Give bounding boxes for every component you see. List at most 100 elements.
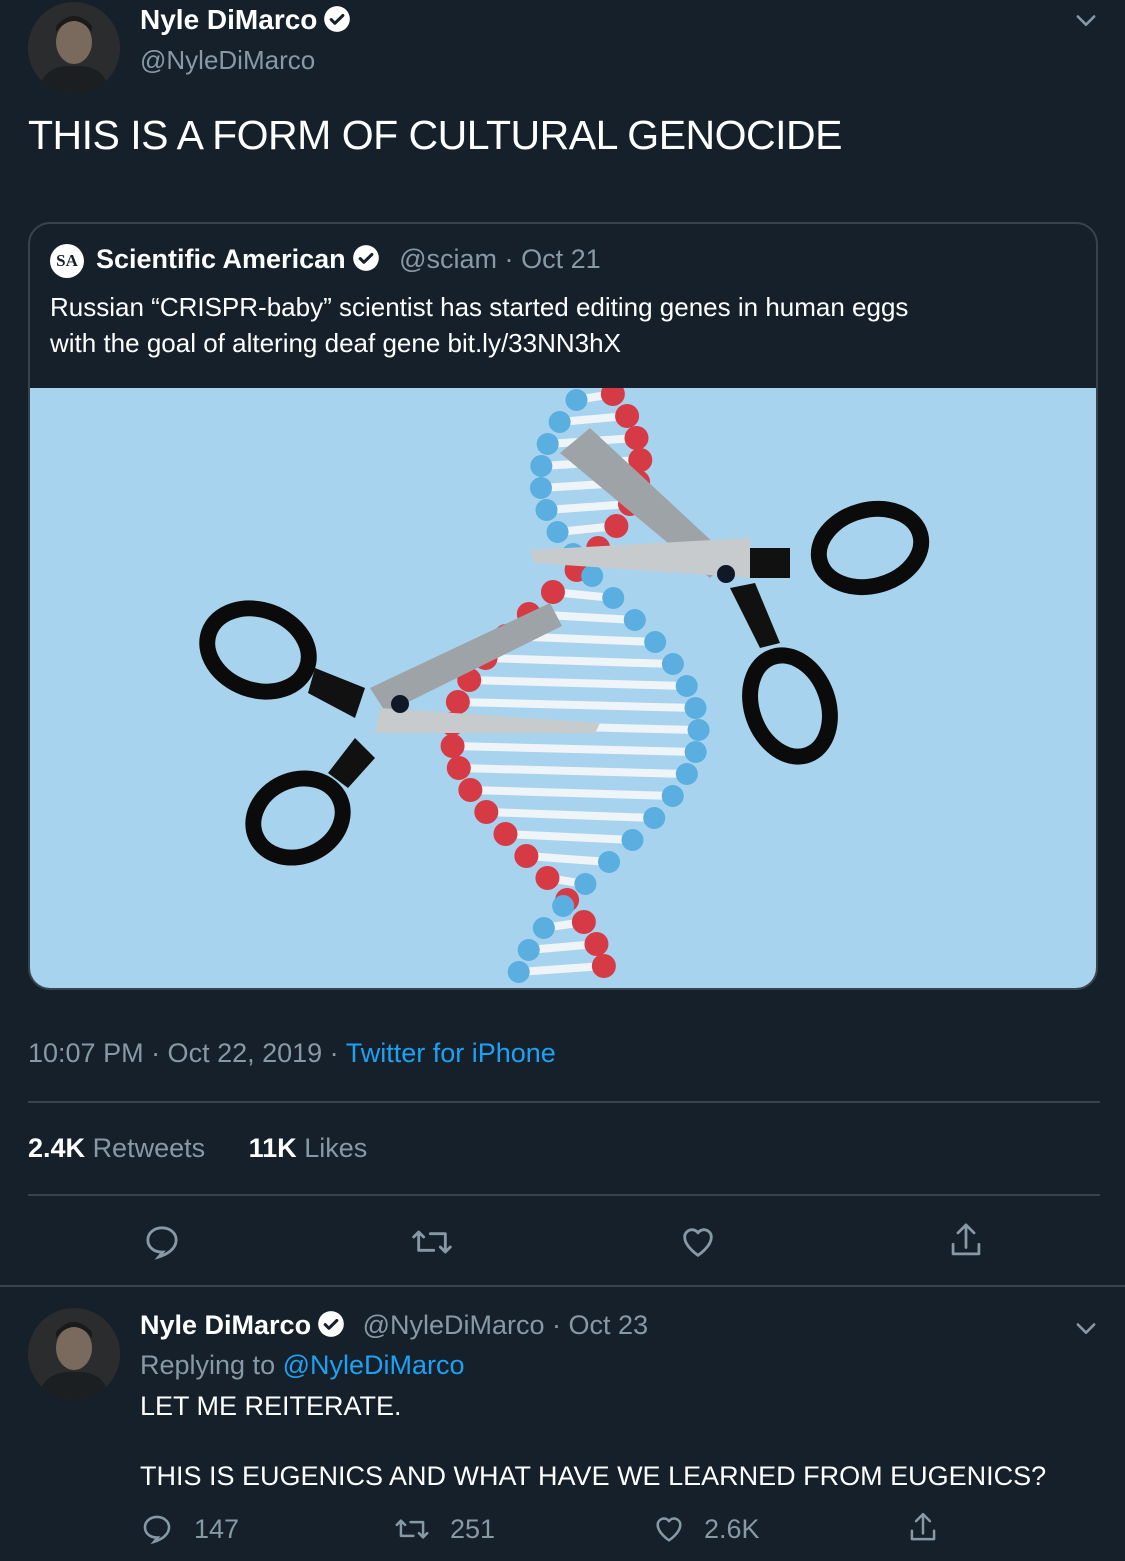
likes-stat[interactable]: 11K Likes	[249, 1133, 368, 1163]
reply-text-line-2: THIS IS EUGENICS AND WHAT HAVE WE LEARNE…	[140, 1461, 1047, 1491]
dna-node-red	[445, 690, 470, 714]
dna-rung	[526, 852, 610, 866]
dna-node-blue	[623, 609, 646, 631]
reply-icon	[143, 1515, 171, 1545]
quoted-separator: ·	[504, 244, 514, 274]
avatar-portrait	[28, 2, 120, 94]
dna-helix	[440, 382, 710, 983]
dna-node-red	[514, 844, 539, 868]
dna-rung	[458, 764, 687, 778]
quoted-author-handle: @sciam	[399, 244, 498, 274]
reply-author-handle[interactable]: @NyleDiMarco	[363, 1310, 545, 1340]
verified-badge-icon	[324, 6, 351, 32]
reply-text-line-1: LET ME REITERATE.	[140, 1391, 402, 1421]
reply-header: Nyle DiMarco @NyleDiMarco · Oct 23	[140, 1310, 648, 1341]
dna-node-blue	[565, 389, 588, 411]
retweet-icon[interactable]	[410, 1222, 454, 1262]
author-avatar[interactable]	[28, 2, 120, 94]
dna-rung	[486, 808, 655, 822]
dna-node-blue	[661, 785, 684, 807]
verified-badge-icon	[352, 245, 379, 271]
dna-node-red	[535, 866, 560, 890]
tweet-text: THIS IS A FORM OF CULTURAL GENOCIDE	[28, 112, 843, 158]
reply-author-avatar[interactable]	[28, 1308, 120, 1400]
tweet-timestamp[interactable]: 10:07 PM · Oct 22, 2019 ·	[28, 1038, 339, 1068]
dna-rung	[485, 654, 674, 668]
dna-node-blue	[643, 807, 666, 829]
dna-node-blue	[675, 675, 698, 697]
reply-separator: ·	[552, 1310, 562, 1340]
tweet-client-link[interactable]: Twitter for iPhone	[346, 1038, 556, 1068]
dna-node-red	[600, 382, 625, 406]
quoted-author-name[interactable]: Scientific American	[96, 244, 346, 274]
dna-node-blue	[598, 851, 621, 873]
dna-node-red	[440, 734, 465, 758]
chevron-down-icon[interactable]	[1072, 1314, 1100, 1342]
retweets-stat[interactable]: 2.4K Retweets	[28, 1133, 205, 1163]
dna-rung	[457, 698, 696, 712]
divider	[28, 1194, 1100, 1196]
dna-rung	[546, 500, 631, 514]
dna-node-red	[446, 756, 471, 780]
quoted-tweet-card[interactable]: SA Scientific American @sciam · Oct 21 R…	[28, 222, 1098, 990]
dna-node-blue	[530, 455, 553, 477]
dna-node-red	[474, 800, 499, 824]
dna-node-blue	[684, 741, 707, 763]
dna-node-red	[493, 822, 518, 846]
dna-rung	[452, 742, 696, 756]
dna-node-red	[458, 778, 483, 802]
dna-node-blue	[687, 719, 710, 741]
dna-node-red	[540, 580, 565, 604]
share-icon[interactable]	[906, 1510, 940, 1546]
like-icon	[656, 1517, 682, 1542]
dna-node-blue	[507, 961, 530, 983]
dna-node-blue	[574, 873, 597, 895]
dna-node-red	[584, 932, 609, 956]
dna-node-blue	[536, 433, 559, 455]
dna-node-red	[591, 954, 616, 978]
sciam-logo: SA	[50, 244, 84, 278]
divider	[28, 1101, 1100, 1103]
dna-node-blue	[517, 939, 540, 961]
dna-node-blue	[546, 521, 569, 543]
avatar-portrait	[28, 1308, 120, 1400]
dna-node-blue	[602, 587, 625, 609]
reply-date[interactable]: Oct 23	[569, 1310, 649, 1340]
dna-rung	[518, 962, 605, 976]
reply-icon[interactable]	[142, 1222, 182, 1262]
dna-node-blue	[661, 653, 684, 675]
dna-node-red	[571, 910, 596, 934]
reply-author-name[interactable]: Nyle DiMarco	[140, 1310, 311, 1340]
share-icon[interactable]	[946, 1220, 986, 1262]
reply-like-action[interactable]: 2.6K	[652, 1512, 760, 1546]
reply-retweet-action[interactable]: 251	[394, 1512, 495, 1546]
dna-node-blue	[621, 829, 644, 851]
dna-node-red	[604, 514, 629, 538]
quoted-text-line-2: with the goal of altering deaf gene bit.…	[50, 328, 621, 358]
scissors-lower-icon	[199, 600, 600, 866]
dna-node-red	[624, 426, 649, 450]
verified-badge-icon	[318, 1311, 344, 1337]
quoted-date: Oct 21	[521, 244, 601, 274]
replying-to-handle[interactable]: @NyleDiMarco	[283, 1350, 465, 1380]
quoted-text-line-1: Russian “CRISPR-baby” scientist has star…	[50, 292, 909, 322]
tweet-stats: 2.4K Retweets 11K Likes	[28, 1133, 367, 1164]
reply-reply-action[interactable]: 147	[140, 1512, 239, 1546]
dna-rung	[469, 676, 687, 690]
dna-scissors-illustration[interactable]	[30, 382, 1096, 988]
dna-rung	[505, 830, 633, 844]
like-icon[interactable]	[678, 1222, 718, 1262]
divider	[0, 1285, 1125, 1287]
dna-node-blue	[552, 895, 575, 917]
author-handle[interactable]: @NyleDiMarco	[140, 45, 315, 76]
dna-node-blue	[548, 411, 571, 433]
tweet-meta: 10:07 PM · Oct 22, 2019 · Twitter for iP…	[28, 1038, 556, 1069]
dna-node-red	[615, 404, 640, 428]
dna-node-blue	[529, 477, 552, 499]
replying-to: Replying to @NyleDiMarco	[140, 1350, 465, 1380]
dna-node-blue	[684, 697, 707, 719]
quoted-header: Scientific American @sciam · Oct 21	[96, 244, 601, 275]
dna-rung	[470, 786, 673, 800]
author-name[interactable]: Nyle DiMarco	[140, 4, 351, 36]
chevron-down-icon[interactable]	[1072, 6, 1100, 34]
